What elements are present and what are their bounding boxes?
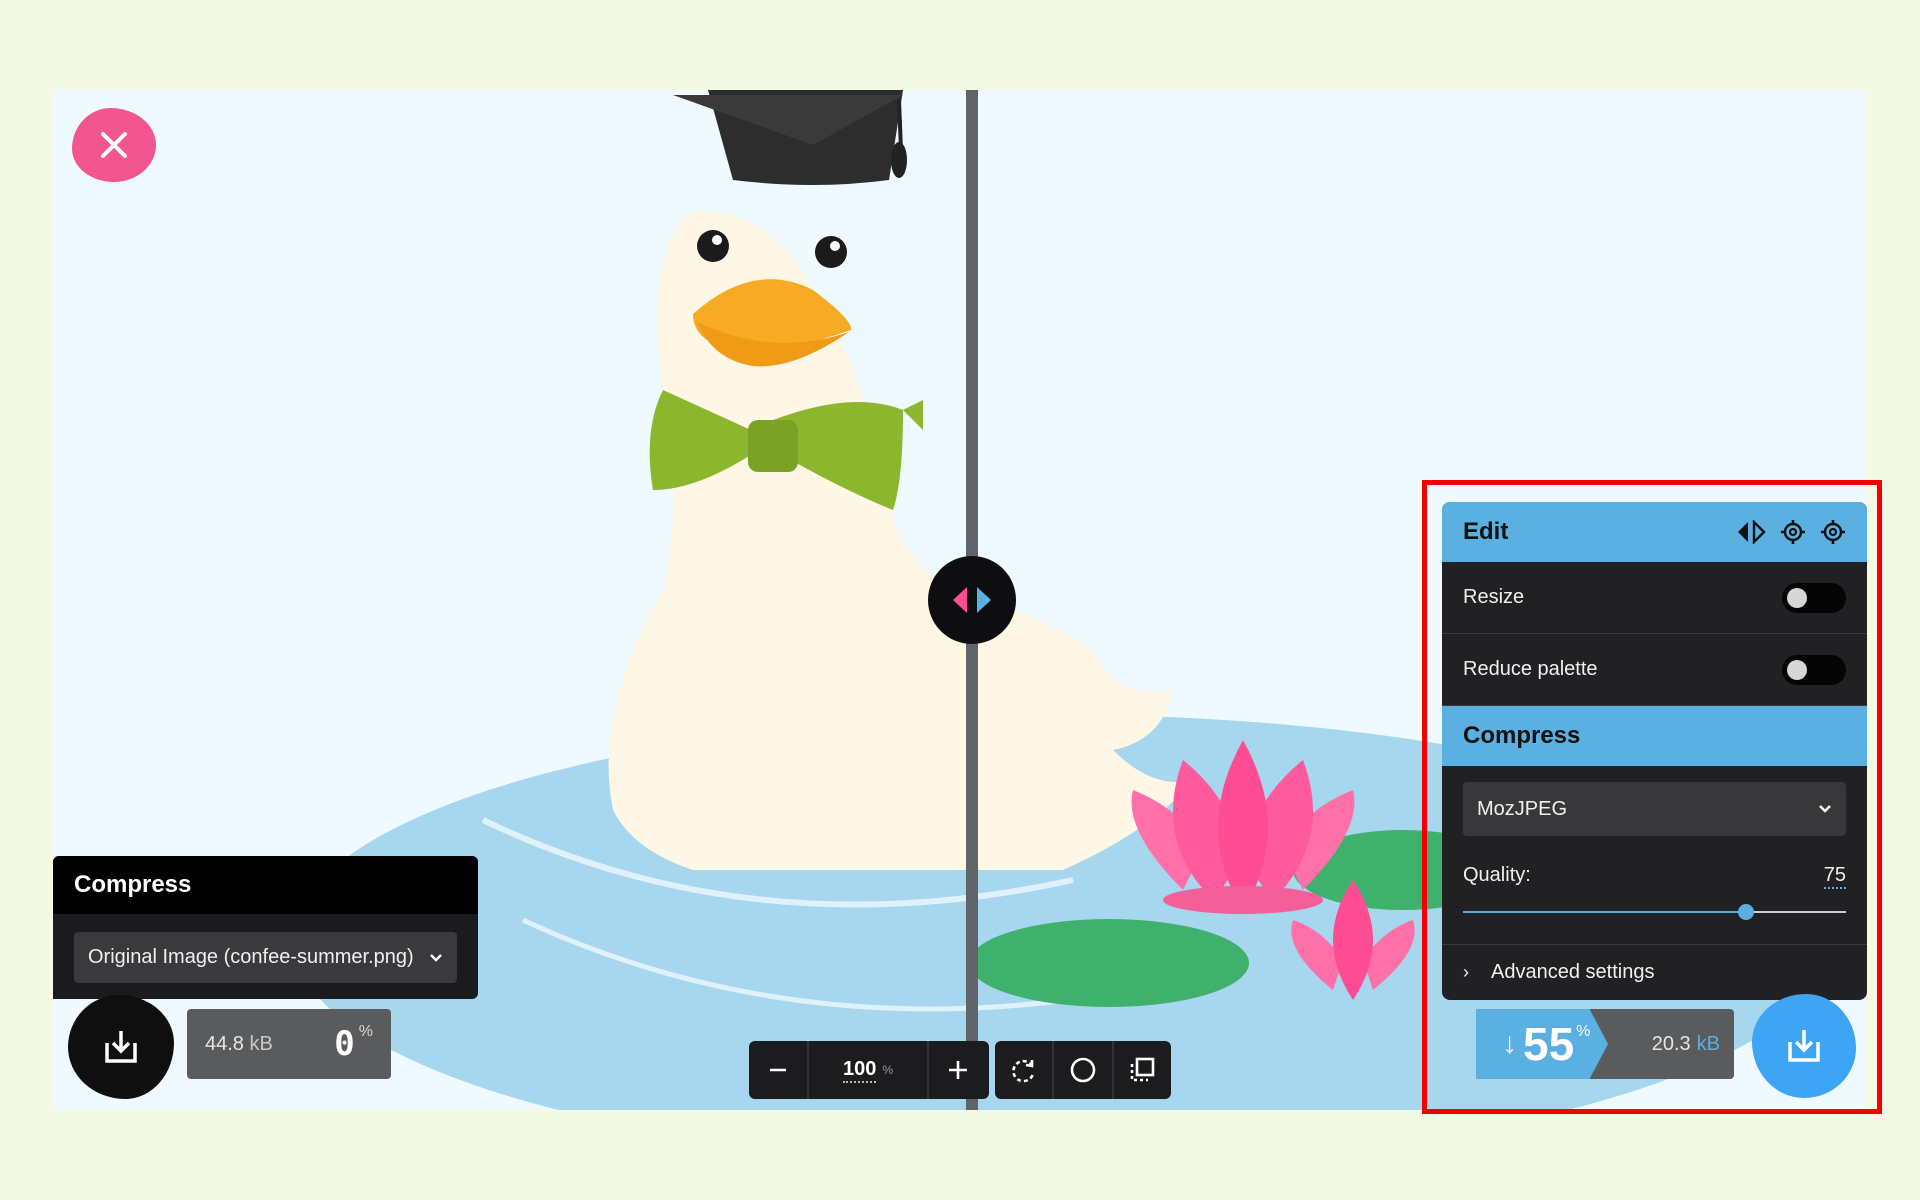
gear-upload-icon[interactable] (1780, 519, 1806, 545)
zoom-controls: 100 % (749, 1041, 989, 1099)
zoom-level[interactable]: 100 % (809, 1041, 927, 1099)
circle-icon (1070, 1057, 1096, 1083)
advanced-settings-label: Advanced settings (1491, 961, 1655, 983)
view-tools (995, 1041, 1171, 1099)
quality-slider-fill (1463, 911, 1747, 913)
original-percent: 0 (334, 1024, 355, 1064)
background-toggle-button[interactable] (1054, 1041, 1111, 1099)
download-icon (1788, 1030, 1820, 1062)
codec-select[interactable]: MozJPEG (1463, 782, 1846, 836)
download-compressed-button[interactable] (1752, 994, 1856, 1098)
compressed-size-unit: kB (1696, 1032, 1720, 1055)
chevron-down-icon (430, 953, 442, 962)
close-icon (101, 132, 127, 158)
original-size-value: 44.8 (205, 1032, 244, 1055)
rotate-icon (1011, 1059, 1034, 1083)
plus-icon (949, 1061, 967, 1079)
compressed-size-stats: ↓ 55 % 20.3 kB (1476, 1009, 1734, 1079)
close-button[interactable] (72, 108, 156, 182)
chevron-down-icon (1819, 805, 1831, 813)
savings-percent: 55 (1523, 1018, 1575, 1070)
resize-toggle[interactable] (1782, 582, 1846, 613)
resize-label: Resize (1463, 586, 1525, 608)
quality-slider-thumb[interactable] (1738, 904, 1755, 920)
compressed-size: 20.3 kB (1588, 1009, 1734, 1079)
edit-header: Edit (1442, 502, 1867, 562)
original-size-stats: 44.8 kB 0 % (187, 1009, 391, 1079)
zoom-unit: % (882, 1063, 894, 1077)
reduce-palette-row: Reduce palette (1442, 634, 1867, 706)
quality-row: Quality: 75 (1463, 864, 1846, 889)
zoom-value: 100 (842, 1058, 877, 1083)
zoom-in-button[interactable] (929, 1041, 987, 1099)
source-select-value: Original Image (confee-summer.png) (88, 946, 414, 968)
compressed-size-value: 20.3 (1651, 1032, 1691, 1055)
crop-icon (1131, 1057, 1155, 1082)
quality-value[interactable]: 75 (1823, 864, 1846, 889)
source-select[interactable]: Original Image (confee-summer.png) (74, 932, 457, 983)
savings-percent-sign: % (1576, 1023, 1591, 1040)
original-size-unit: kB (249, 1032, 273, 1055)
left-options-panel: Compress Original Image (confee-summer.p… (53, 856, 478, 999)
savings-badge: ↓ 55 % (1476, 1009, 1608, 1079)
chevron-right-icon: › (1463, 962, 1469, 982)
download-icon (105, 1031, 137, 1063)
original-percent-sign: % (358, 1023, 373, 1040)
advanced-settings-toggle[interactable]: › Advanced settings (1442, 944, 1867, 1000)
left-panel-title: Compress (53, 856, 478, 914)
rotate-button[interactable] (995, 1041, 1052, 1099)
reduce-palette-label: Reduce palette (1463, 658, 1598, 680)
download-original-button[interactable] (68, 995, 174, 1099)
edit-header-icons (1736, 519, 1846, 545)
zoom-out-button[interactable] (749, 1041, 807, 1099)
original-size: 44.8 kB (205, 1033, 334, 1056)
gear-download-icon[interactable] (1820, 519, 1846, 545)
copy-settings-across-icon[interactable] (1736, 520, 1766, 544)
split-view-icon (953, 587, 991, 613)
right-options-panel: Edit Resize Reduce palette Compress MozJ… (1442, 502, 1867, 1000)
edit-title: Edit (1463, 518, 1509, 545)
minus-icon (770, 1068, 786, 1072)
split-handle[interactable] (928, 556, 1016, 644)
quality-slider[interactable] (1463, 903, 1846, 921)
codec-value: MozJPEG (1477, 797, 1568, 820)
reduce-palette-toggle[interactable] (1782, 654, 1846, 685)
compress-header: Compress (1442, 706, 1867, 766)
down-arrow-icon: ↓ (1502, 1027, 1517, 1060)
crop-button[interactable] (1114, 1041, 1171, 1099)
resize-row: Resize (1442, 562, 1867, 634)
quality-label: Quality: (1463, 864, 1531, 886)
